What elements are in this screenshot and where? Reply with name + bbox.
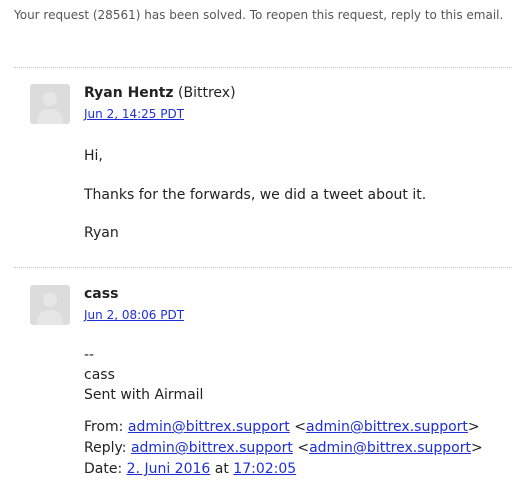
message-meta: Ryan Hentz (Bittrex) Jun 2, 14:25 PDT (84, 84, 236, 122)
forward-date-row: Date: 2. Juni 2016 at 17:02:05 (84, 459, 483, 480)
request-status-text: Your request (28561) has been solved. To… (14, 8, 504, 22)
signature-separator: -- (84, 347, 95, 363)
message-timestamp-link[interactable]: Jun 2, 08:06 PDT (84, 307, 184, 323)
forward-from-row: From: admin@bittrex.support <admin@bittr… (84, 417, 483, 438)
body-line: Hi, (84, 148, 103, 164)
author-org: (Bittrex) (178, 85, 236, 101)
user-silhouette-icon (30, 84, 70, 124)
user-silhouette-icon (30, 285, 70, 325)
signature-client: Sent with Airmail (84, 387, 204, 403)
forward-headers: From: admin@bittrex.support <admin@bittr… (84, 417, 483, 480)
message-body: -- cass Sent with Airmail From: admin@bi… (84, 345, 483, 480)
at-label: at (214, 461, 229, 477)
message-meta: cass Jun 2, 08:06 PDT (84, 285, 184, 323)
time-value-link[interactable]: 17:02:05 (233, 461, 296, 477)
author-name: cass (84, 286, 119, 302)
from-email-link[interactable]: admin@bittrex.support (128, 419, 290, 435)
date-value-link[interactable]: 2. Juni 2016 (127, 461, 211, 477)
reply-label: Reply: (84, 440, 127, 456)
signature-name: cass (84, 367, 115, 383)
angle-close: > (467, 419, 480, 435)
message-divider (14, 267, 512, 268)
body-line: Thanks for the forwards, we did a tweet … (84, 187, 427, 203)
message-author: Ryan Hentz (Bittrex) (84, 84, 236, 102)
reply-email-link[interactable]: admin@bittrex.support (131, 440, 293, 456)
message-body: Hi, Thanks for the forwards, we did a tw… (84, 146, 426, 243)
date-label: Date: (84, 461, 123, 477)
from-email-angle-link[interactable]: admin@bittrex.support (306, 419, 468, 435)
body-line: Ryan (84, 225, 119, 241)
from-label: From: (84, 419, 124, 435)
author-name: Ryan Hentz (84, 85, 174, 101)
angle-open: < (294, 419, 306, 435)
forward-reply-row: Reply: admin@bittrex.support <admin@bitt… (84, 438, 483, 459)
angle-close: > (471, 440, 483, 456)
message-divider (14, 67, 512, 68)
message-timestamp-link[interactable]: Jun 2, 14:25 PDT (84, 106, 236, 122)
angle-open: < (297, 440, 310, 456)
reply-email-angle-link[interactable]: admin@bittrex.support (309, 440, 471, 456)
message-author: cass (84, 285, 184, 303)
